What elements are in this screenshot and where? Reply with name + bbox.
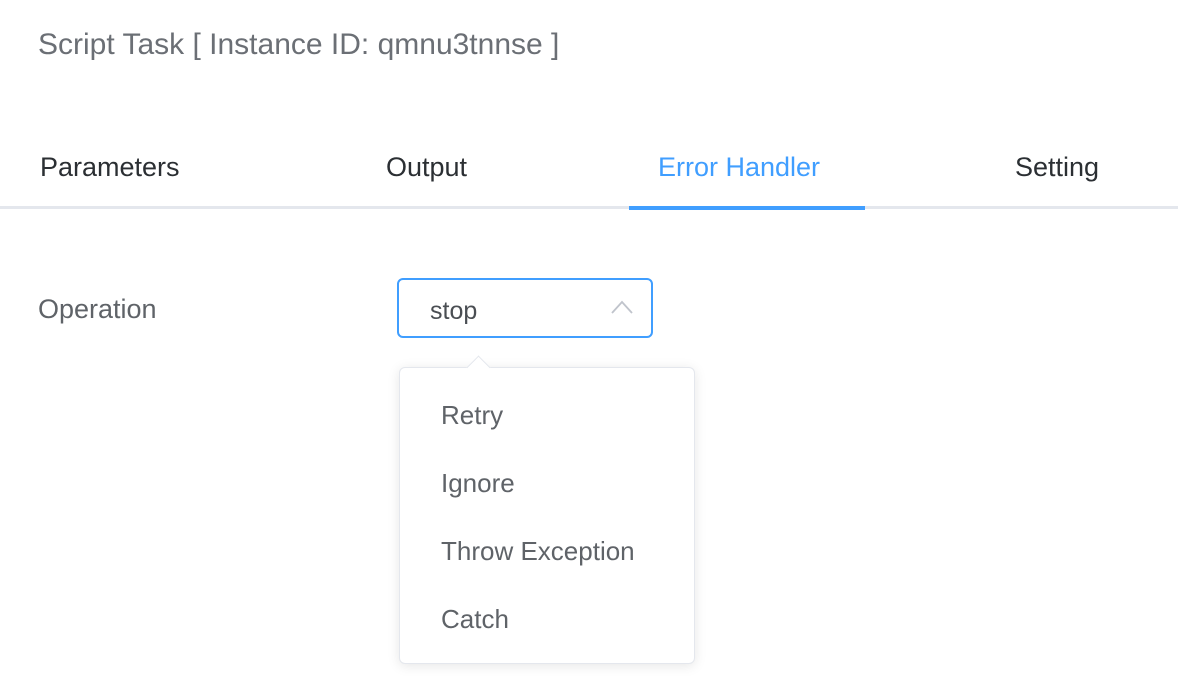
page-title: Script Task [ Instance ID: qmnu3tnnse ] (38, 28, 560, 61)
tab-setting[interactable]: Setting (1015, 152, 1099, 183)
tab-error-handler[interactable]: Error Handler (658, 152, 820, 183)
option-catch[interactable]: Catch (400, 585, 694, 653)
operation-label: Operation (38, 294, 157, 324)
tab-bar-divider (0, 206, 1178, 209)
option-retry[interactable]: Retry (400, 381, 694, 449)
option-ignore[interactable]: Ignore (400, 449, 694, 517)
tab-output[interactable]: Output (386, 152, 467, 183)
error-handler-panel: Script Task [ Instance ID: qmnu3tnnse ] … (0, 0, 1178, 676)
dropdown-caret (466, 355, 491, 380)
operation-select[interactable]: stop (397, 278, 653, 338)
chevron-up-icon (611, 300, 633, 314)
option-throw-exception[interactable]: Throw Exception (400, 517, 694, 585)
operation-dropdown: Retry Ignore Throw Exception Catch (399, 355, 695, 664)
active-tab-indicator (629, 206, 865, 210)
tab-bar: Parameters Output Error Handler Setting (0, 130, 1178, 210)
tab-parameters[interactable]: Parameters (40, 152, 180, 183)
operation-selected-value: stop (430, 297, 478, 325)
